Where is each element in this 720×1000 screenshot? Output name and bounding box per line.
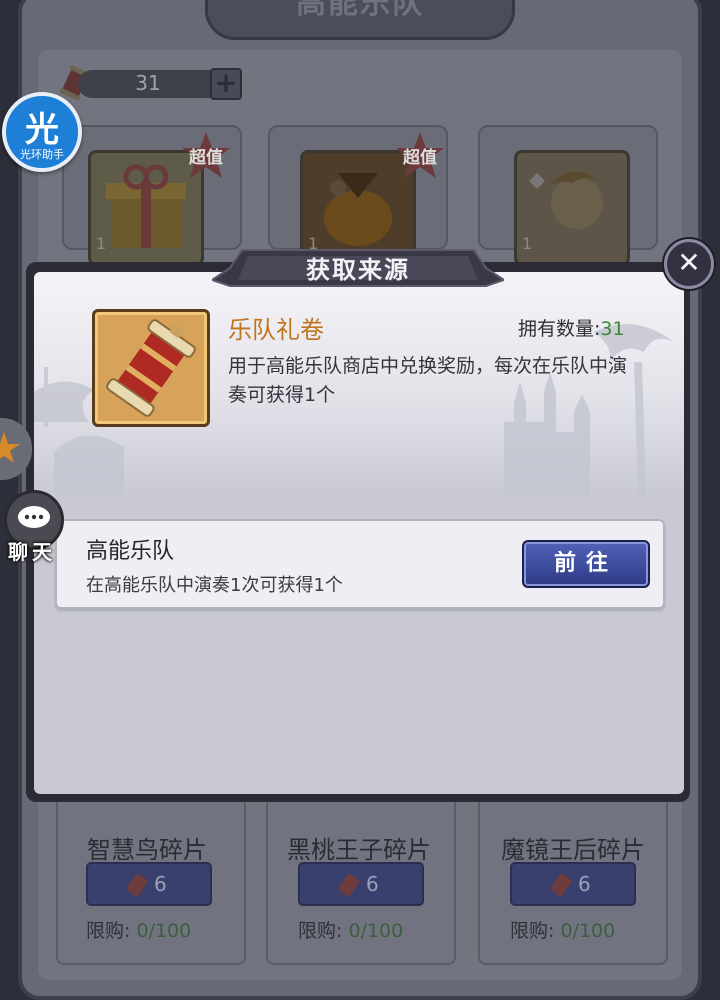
- item-description: 用于高能乐队商店中兑换奖励，每次在乐队中演奏可获得1个: [228, 355, 628, 406]
- source-description: 在高能乐队中演奏1次可获得1个: [86, 575, 343, 596]
- shop-title-plate: 高能乐队: [205, 0, 515, 40]
- dialog-title: 获取来源: [306, 256, 410, 284]
- helper-glyph: 光: [25, 110, 59, 150]
- side-tab[interactable]: [0, 418, 32, 480]
- buy-button[interactable]: 6: [298, 862, 424, 906]
- goto-button[interactable]: 前往: [522, 540, 650, 588]
- shop-title: 高能乐队: [296, 0, 424, 21]
- close-icon: ✕: [677, 246, 701, 279]
- band-ticket-item-icon: [92, 309, 210, 427]
- source-name: 高能乐队: [86, 539, 175, 564]
- helper-label: 光环助手: [20, 148, 64, 161]
- band-ticket-icon: [550, 873, 572, 897]
- item-quantity: 1: [522, 234, 533, 253]
- purchase-limit: 限购: 0/100: [86, 920, 192, 942]
- star-icon: [0, 432, 20, 463]
- item-quantity: 1: [96, 234, 107, 253]
- value-badge: 超值: [189, 148, 223, 168]
- purchase-limit: 限购: 0/100: [298, 920, 404, 942]
- band-ticket-icon: [338, 873, 360, 897]
- shop-item-name: 魔镜王后碎片: [501, 836, 645, 864]
- price-value: 6: [154, 872, 167, 896]
- shop-item-name: 黑桃王子碎片: [287, 836, 431, 864]
- price-value: 6: [578, 872, 591, 896]
- shop-item-name: 智慧鸟碎片: [87, 836, 207, 864]
- price-value: 6: [366, 872, 379, 896]
- purchase-limit: 限购: 0/100: [510, 920, 616, 942]
- currency-value: 31: [135, 71, 161, 95]
- close-button[interactable]: ✕: [664, 239, 714, 289]
- owned-value: 31: [600, 318, 625, 340]
- value-badge: 超值: [403, 148, 437, 168]
- owned-count: 拥有数量:31: [518, 318, 625, 340]
- helper-app-icon[interactable]: 光 光环助手: [2, 92, 82, 172]
- band-ticket-icon: [126, 873, 148, 897]
- add-currency-button[interactable]: +: [210, 68, 242, 100]
- chat-label: 聊天: [8, 540, 56, 564]
- item-name: 乐队礼卷: [228, 316, 324, 344]
- buy-button[interactable]: 6: [86, 862, 212, 906]
- buy-button[interactable]: 6: [510, 862, 636, 906]
